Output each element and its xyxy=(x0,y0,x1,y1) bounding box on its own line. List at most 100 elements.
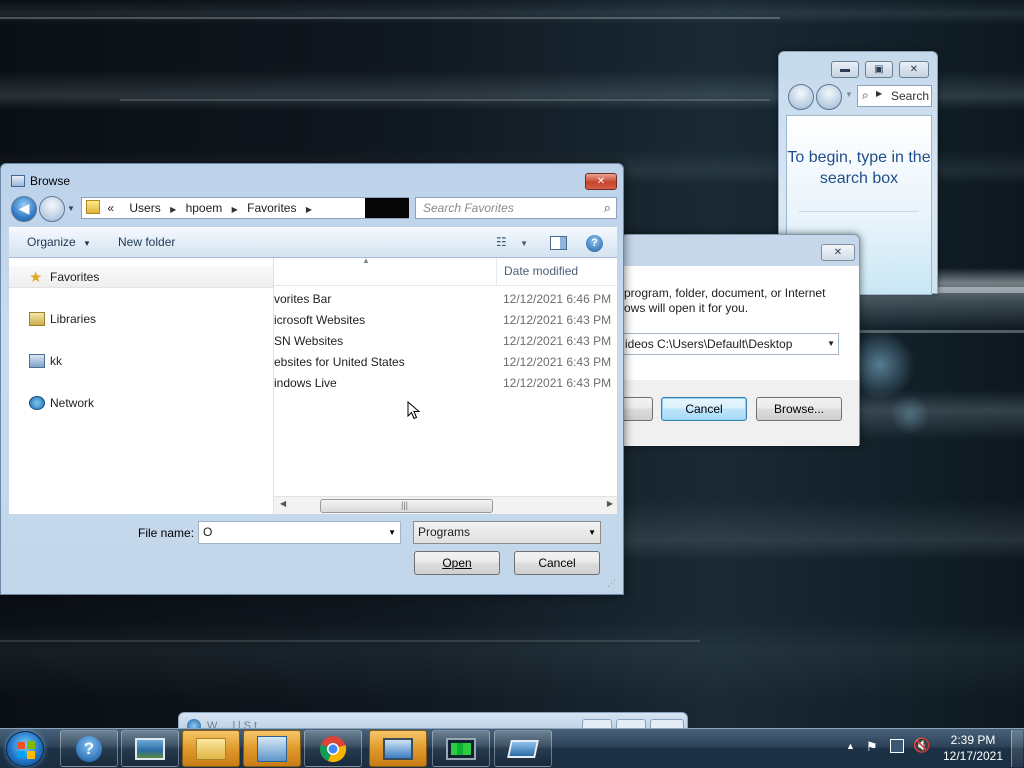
chevron-down-icon[interactable]: ▼ xyxy=(845,90,853,99)
command-bar: Organize ▼ New folder ☷ ▼ ? xyxy=(9,227,617,258)
chevron-right-icon[interactable]: ▶ xyxy=(232,200,238,218)
control-panel-icon xyxy=(257,735,287,762)
light-streak xyxy=(120,99,770,101)
taskbar-window-manager[interactable] xyxy=(494,730,552,767)
close-button[interactable]: ✕ xyxy=(821,244,855,261)
forward-button[interactable] xyxy=(816,84,842,110)
maximize-button[interactable]: ▣ xyxy=(865,61,893,78)
run-browse-button[interactable]: Browse... xyxy=(756,397,842,421)
windows-logo-icon xyxy=(17,741,35,759)
close-button[interactable]: ✕ xyxy=(585,173,617,190)
breadcrumb-hpoem[interactable]: hpoem xyxy=(186,198,223,218)
file-date: 12/12/2021 6:46 PM xyxy=(503,292,612,306)
file-type-value: Programs xyxy=(418,525,471,539)
file-row[interactable]: icrosoft Websites 12/12/2021 6:43 PM xyxy=(274,310,617,331)
sort-up-icon: ▲ xyxy=(362,258,370,265)
clock-date: 12/17/2021 xyxy=(942,749,1004,763)
open-button[interactable]: Open xyxy=(414,551,500,575)
search-favorites-input[interactable]: Search Favorites ⌕ xyxy=(415,197,617,219)
taskbar: ? ▲ ⚑ 🔇 2:39 PM 12/17/2021 xyxy=(0,728,1024,768)
nav-item-label: kk xyxy=(50,354,62,368)
chevron-down-icon: ▼ xyxy=(83,239,91,248)
file-name-label: File name: xyxy=(138,526,195,540)
taskbar-help[interactable]: ? xyxy=(60,730,118,767)
light-glow xyxy=(890,395,930,435)
divider xyxy=(799,211,919,212)
view-options-button[interactable]: ☷ ▼ xyxy=(496,228,528,259)
scroll-left-icon[interactable]: ◀ xyxy=(280,499,286,508)
column-headers: ▲ Date modified xyxy=(274,258,617,286)
taskbar-file-explorer[interactable] xyxy=(182,730,240,767)
back-button[interactable]: ◀ xyxy=(11,196,37,222)
minimize-button[interactable]: ▬ xyxy=(831,61,859,78)
column-date-modified[interactable]: Date modified xyxy=(504,264,578,278)
close-icon: ✕ xyxy=(909,64,919,75)
view-list-icon: ☷ xyxy=(496,235,507,249)
taskbar-remote-desktop[interactable] xyxy=(369,730,427,767)
chevron-down-icon: ▼ xyxy=(827,339,835,348)
file-name-value: O xyxy=(203,525,213,539)
library-icon xyxy=(29,312,45,326)
taskbar-picture-viewer[interactable] xyxy=(121,730,179,767)
run-cancel-button[interactable]: Cancel xyxy=(661,397,747,421)
nav-item-label: Favorites xyxy=(50,270,100,284)
forward-button[interactable] xyxy=(39,196,65,222)
file-row[interactable]: vorites Bar 12/12/2021 6:46 PM xyxy=(274,289,617,310)
action-center-flag-icon[interactable]: ⚑ xyxy=(866,739,878,755)
chevron-down-icon[interactable]: ▼ xyxy=(388,522,396,543)
run-open-combo[interactable]: ideos C:\Users\Default\Desktop ▼ xyxy=(621,333,839,355)
show-hidden-icons-icon[interactable]: ▲ xyxy=(846,741,855,751)
remote-desktop-icon xyxy=(383,737,413,760)
close-button[interactable]: ✕ xyxy=(899,61,929,78)
cancel-button[interactable]: Cancel xyxy=(514,551,600,575)
picture-viewer-icon xyxy=(135,737,165,760)
mouse-cursor-icon xyxy=(407,401,421,420)
user-folder-icon xyxy=(29,354,45,368)
resize-grip-icon[interactable]: ⋰ xyxy=(607,578,616,589)
horizontal-scrollbar[interactable]: ◀ ||| ▶ xyxy=(274,496,617,514)
system-clock[interactable]: 2:39 PM 12/17/2021 xyxy=(940,733,1006,763)
file-row[interactable]: SN Websites 12/12/2021 6:43 PM xyxy=(274,331,617,352)
taskbar-chrome[interactable] xyxy=(304,730,362,767)
chevron-right-icon[interactable]: ▶ xyxy=(170,200,176,218)
arrow-left-icon: ◀ xyxy=(18,200,30,216)
help-icon: ? xyxy=(76,735,102,762)
scrollbar-thumb[interactable]: ||| xyxy=(320,499,493,513)
taskbar-control-panel[interactable] xyxy=(243,730,301,767)
chevron-right-icon[interactable]: ▶ xyxy=(306,200,312,218)
volume-muted-icon[interactable]: 🔇 xyxy=(913,737,930,754)
scroll-right-icon[interactable]: ▶ xyxy=(607,499,613,508)
file-explorer-icon xyxy=(196,737,226,760)
breadcrumb[interactable]: « Users ▶ hpoem ▶ Favorites ▶ xyxy=(81,197,409,219)
browse-dialog: Browse ✕ ◀ ▼ « Users ▶ hpoem ▶ Favorites… xyxy=(0,163,624,595)
network-status-icon[interactable] xyxy=(890,739,904,753)
taskbar-task-monitor[interactable] xyxy=(432,730,490,767)
breadcrumb-overflow[interactable]: « xyxy=(107,198,114,218)
preview-pane-icon[interactable] xyxy=(550,236,567,250)
back-button[interactable] xyxy=(788,84,814,110)
ok-button[interactable] xyxy=(619,397,653,421)
file-row[interactable]: ebsites for United States 12/12/2021 6:4… xyxy=(274,352,617,373)
file-date: 12/12/2021 6:43 PM xyxy=(503,376,612,390)
minimize-icon: ▬ xyxy=(840,64,850,75)
search-field[interactable]: ⌕ ▶ Search xyxy=(857,85,932,107)
file-date: 12/12/2021 6:43 PM xyxy=(503,334,612,348)
search-icon[interactable]: ⌕ xyxy=(604,198,611,218)
breadcrumb-users[interactable]: Users xyxy=(129,198,160,218)
start-button[interactable] xyxy=(6,731,44,767)
file-list: ▲ Date modified vorites Bar 12/12/2021 6… xyxy=(274,258,617,514)
run-open-value: ideos C:\Users\Default\Desktop xyxy=(625,337,793,351)
column-divider xyxy=(496,258,497,286)
help-icon[interactable]: ? xyxy=(586,235,603,252)
breadcrumb-favorites[interactable]: Favorites xyxy=(247,198,296,218)
file-name: indows Live xyxy=(274,376,337,390)
file-name-input[interactable]: O ▼ xyxy=(198,521,401,544)
chrome-icon xyxy=(319,735,347,762)
chevron-down-icon[interactable]: ▼ xyxy=(67,204,75,213)
organize-menu[interactable]: Organize ▼ xyxy=(27,228,91,259)
file-type-select[interactable]: Programs ▼ xyxy=(413,521,601,544)
show-desktop-button[interactable] xyxy=(1011,730,1023,767)
window-icon xyxy=(11,175,25,187)
file-row[interactable]: indows Live 12/12/2021 6:43 PM xyxy=(274,373,617,394)
new-folder-button[interactable]: New folder xyxy=(118,228,175,259)
